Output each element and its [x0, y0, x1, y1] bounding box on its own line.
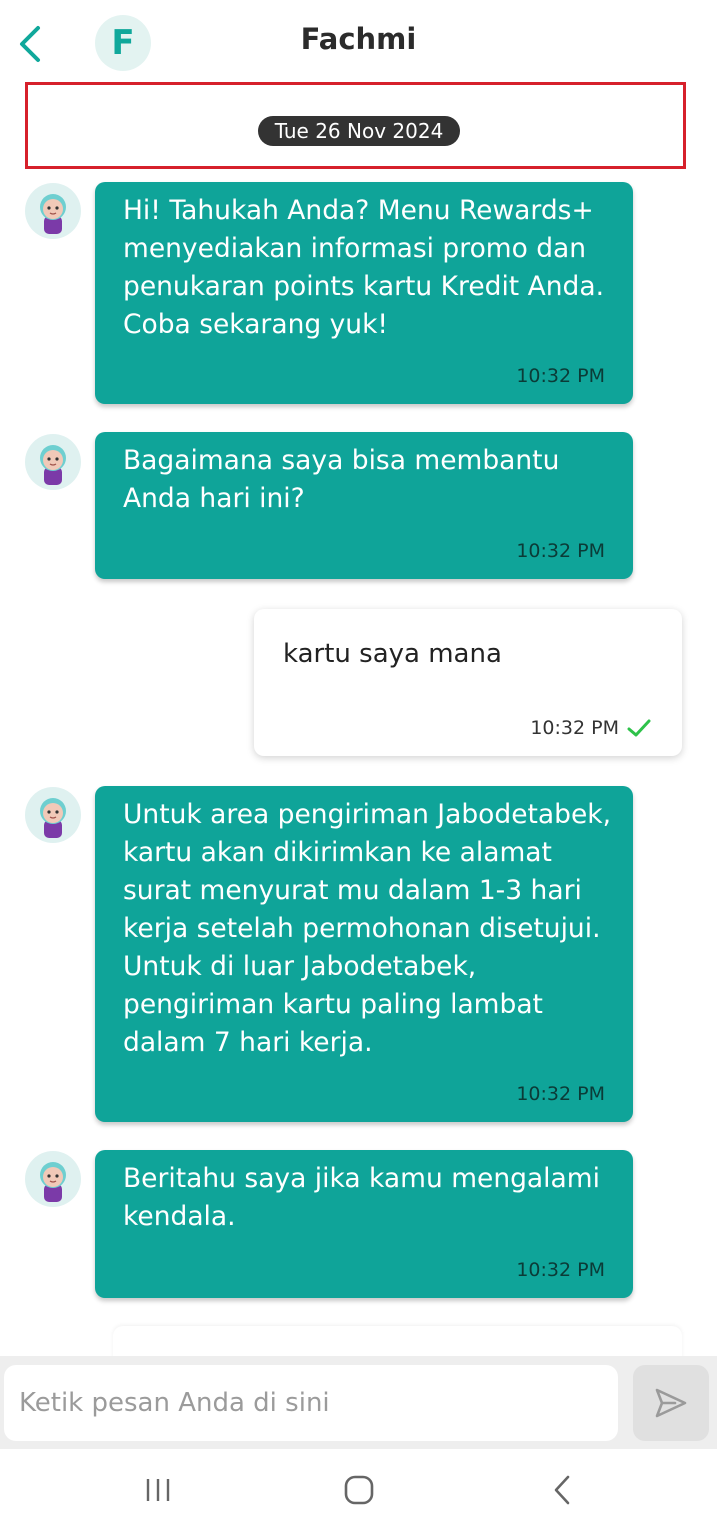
message-time: 10:32 PM: [516, 1083, 605, 1105]
message-text: Hi! Tahukah Anda? Menu Rewards+ menyedia…: [123, 195, 605, 340]
bot-message: Bagaimana saya bisa membantu Anda hari i…: [95, 432, 633, 579]
chat-header: F Fachmi: [0, 0, 717, 82]
bot-avatar-icon: [40, 445, 66, 485]
composer-bar: [0, 1356, 717, 1449]
message-text: Untuk area pengiriman Jabodetabek, kartu…: [123, 799, 612, 1058]
message-time: 10:32 PM: [516, 540, 605, 562]
message-time: 10:32 PM: [530, 717, 619, 739]
back-icon: [554, 1475, 570, 1505]
send-button[interactable]: [633, 1365, 709, 1441]
bot-avatar-icon: [40, 798, 66, 838]
message-input[interactable]: [4, 1365, 618, 1441]
system-back-button[interactable]: [537, 1467, 587, 1513]
bot-message: Beritahu saya jika kamu mengalami kendal…: [95, 1150, 633, 1298]
bot-avatar: [25, 183, 81, 239]
message-text: kartu saya mana: [283, 639, 502, 669]
user-message: kartu saya mana 10:32 PM: [254, 609, 682, 756]
bot-avatar: [25, 787, 81, 843]
chat-title: Fachmi: [300, 22, 417, 56]
recent-apps-icon: [146, 1479, 170, 1501]
bot-avatar: [25, 1151, 81, 1207]
bot-avatar: [25, 434, 81, 490]
message-text: Beritahu saya jika kamu mengalami kendal…: [123, 1163, 600, 1232]
home-icon: [344, 1475, 374, 1505]
bot-avatar-icon: [40, 194, 66, 234]
bot-message: Untuk area pengiriman Jabodetabek, kartu…: [95, 786, 633, 1122]
bot-avatar-icon: [40, 1162, 66, 1202]
home-button[interactable]: [334, 1467, 384, 1513]
system-nav-bar: [0, 1449, 717, 1531]
message-text: Bagaimana saya bisa membantu Anda hari i…: [123, 445, 560, 514]
message-time: 10:32 PM: [516, 1259, 605, 1281]
message-time: 10:32 PM: [516, 365, 605, 387]
date-separator-highlight: Tue 26 Nov 2024: [25, 82, 686, 169]
bot-message: Hi! Tahukah Anda? Menu Rewards+ menyedia…: [95, 182, 633, 404]
date-separator: Tue 26 Nov 2024: [258, 116, 460, 146]
send-icon: [655, 1388, 687, 1418]
recent-apps-button[interactable]: [133, 1467, 183, 1513]
read-check-icon: [627, 719, 651, 737]
